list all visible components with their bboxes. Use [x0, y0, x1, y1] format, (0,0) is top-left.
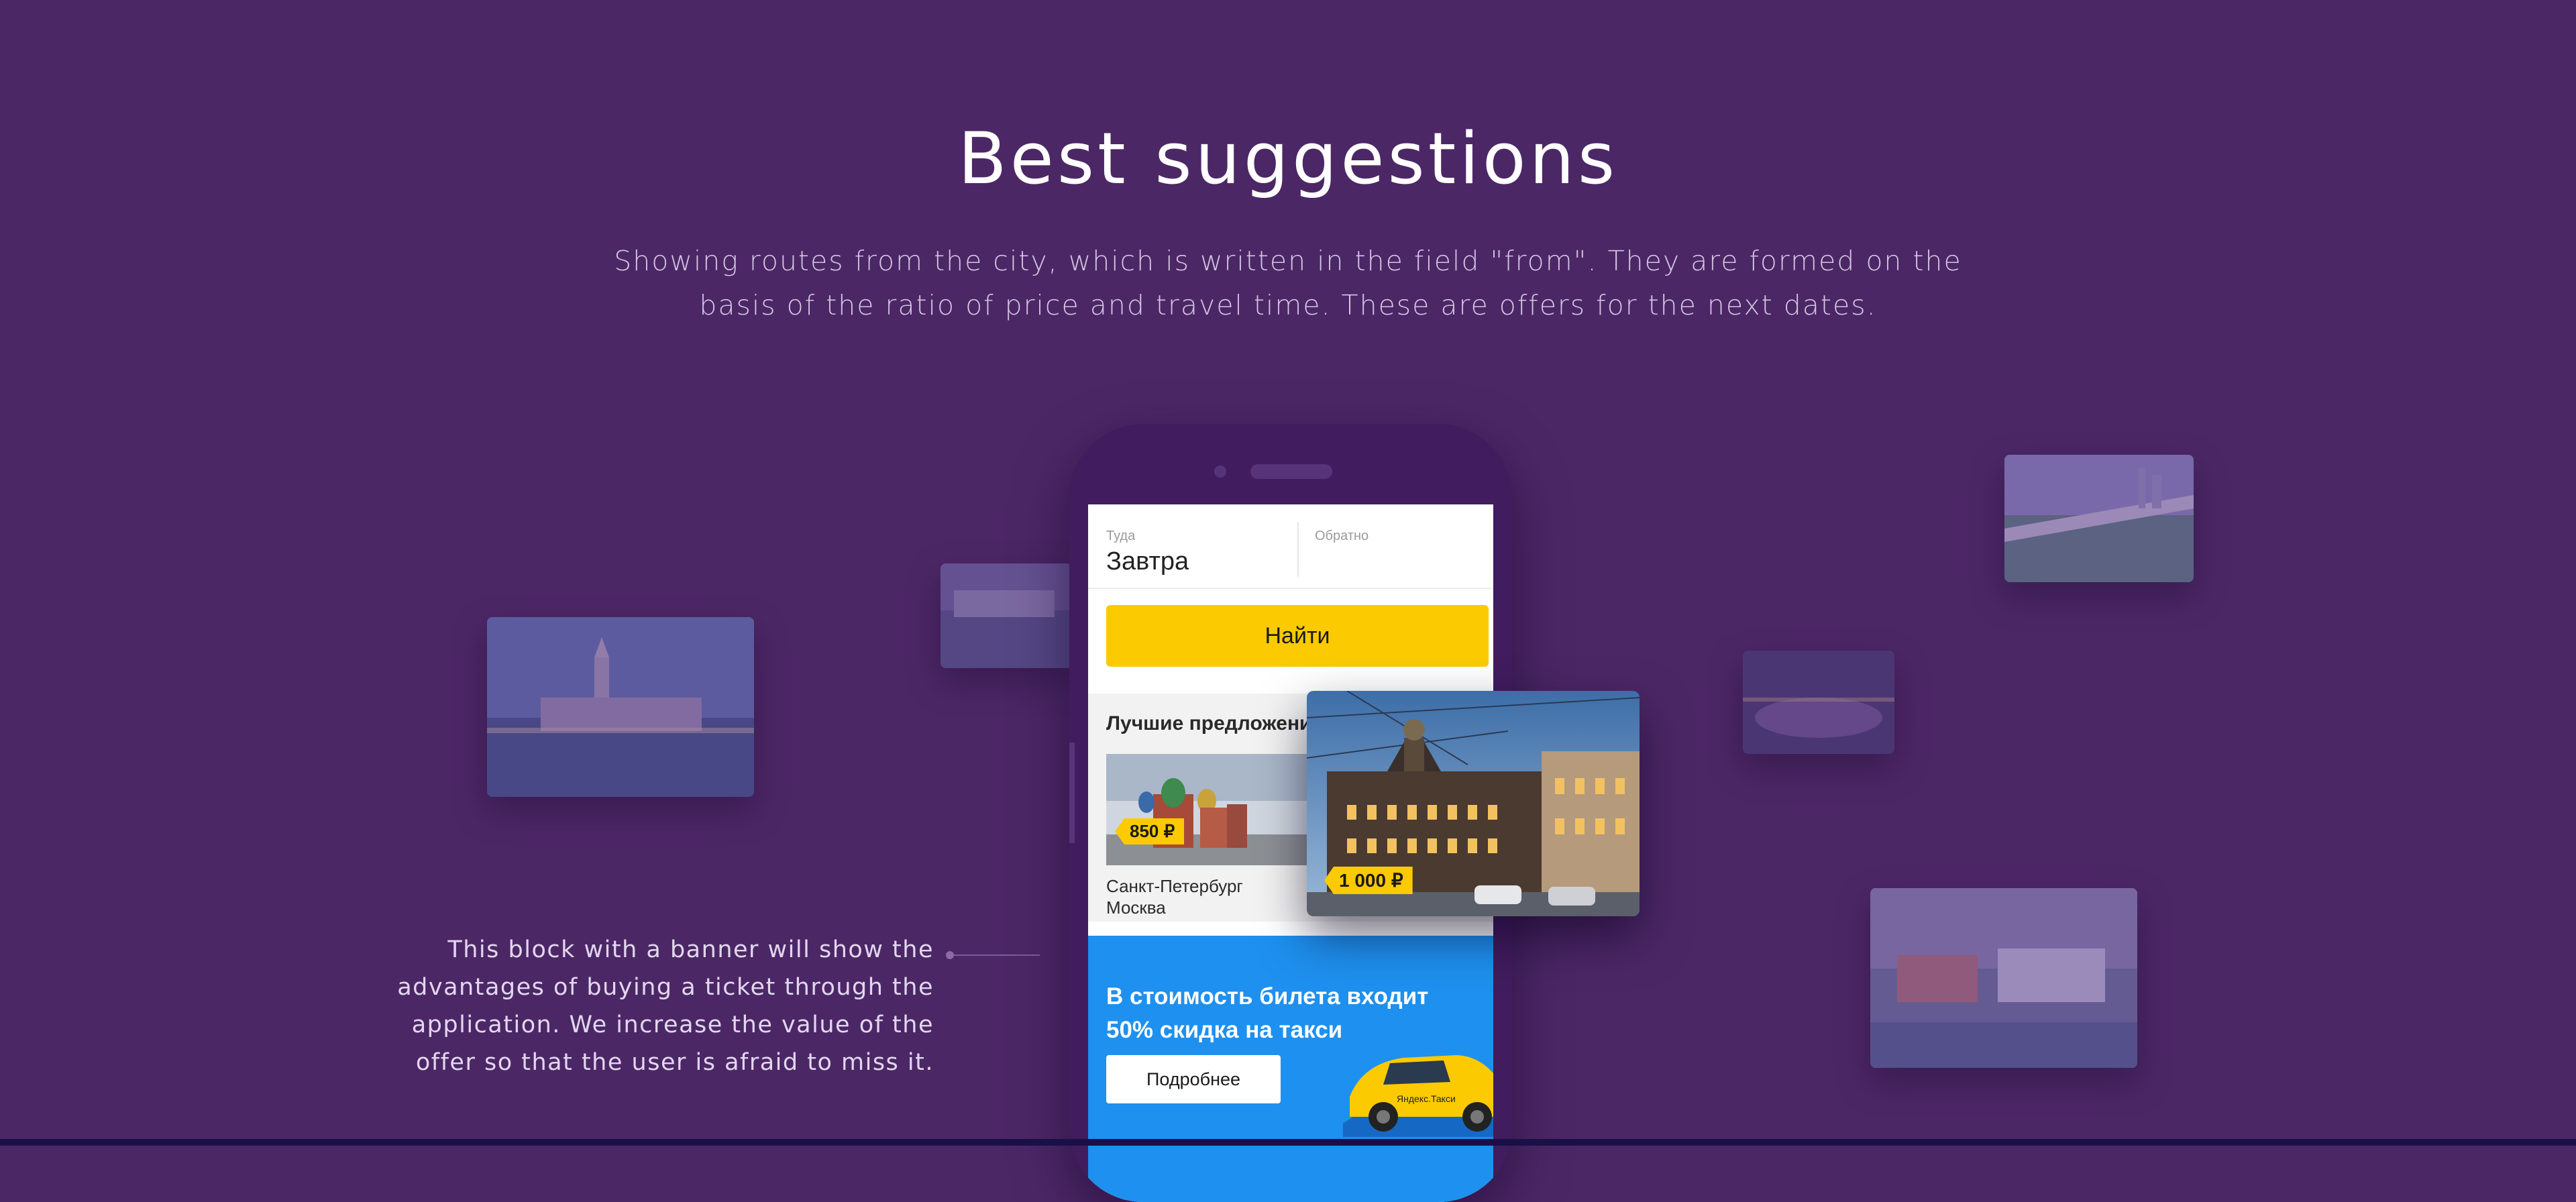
phone-camera	[1214, 466, 1226, 478]
depart-label: Туда	[1106, 529, 1136, 543]
city-photo-old-town	[1870, 888, 2137, 1068]
city-photo-bridge	[2004, 455, 2194, 582]
callout-dot	[946, 951, 954, 959]
offer-route-to: Москва	[1106, 897, 1166, 918]
promo-more-button[interactable]: Подробнее	[1106, 1055, 1281, 1103]
featured-price-tag: 1 000 ₽	[1324, 867, 1413, 894]
offer-price-tag: 850 ₽	[1115, 818, 1185, 844]
return-label: Обратно	[1315, 529, 1369, 543]
offer-route-from: Санкт-Петербург	[1106, 876, 1243, 896]
featured-offer-card[interactable]: 1 000 ₽	[1307, 691, 1640, 916]
date-selector: Туда Завтра Обратно	[1088, 504, 1493, 589]
phone-side-button	[1069, 743, 1075, 843]
city-photo-embankment	[941, 563, 1072, 668]
field-divider	[1297, 522, 1299, 577]
phone-speaker	[1250, 464, 1332, 479]
taxi-promo-banner[interactable]: В стоимость билета входит 50% скидка на …	[1088, 936, 1493, 1202]
page-bottom-border	[0, 1139, 2576, 1146]
banner-callout-text: This block with a banner will show the a…	[397, 936, 934, 1076]
best-offers-title: Лучшие предложения	[1106, 712, 1324, 734]
section-heading: Best suggestions	[957, 117, 1619, 200]
search-button[interactable]: Найти	[1106, 605, 1489, 667]
taxi-car-illustration: Яндекс.Такси	[1343, 1055, 1493, 1137]
taxi-brand-text: Яндекс.Такси	[1397, 1093, 1456, 1104]
city-photo-port	[487, 617, 754, 797]
depart-value: Завтра	[1106, 547, 1189, 576]
section-description: Showing routes from the city, which is w…	[614, 245, 1962, 321]
callout-connector	[954, 954, 1040, 956]
offer-card-moscow[interactable]	[1106, 754, 1321, 865]
city-photo-stadium	[1743, 651, 1894, 754]
